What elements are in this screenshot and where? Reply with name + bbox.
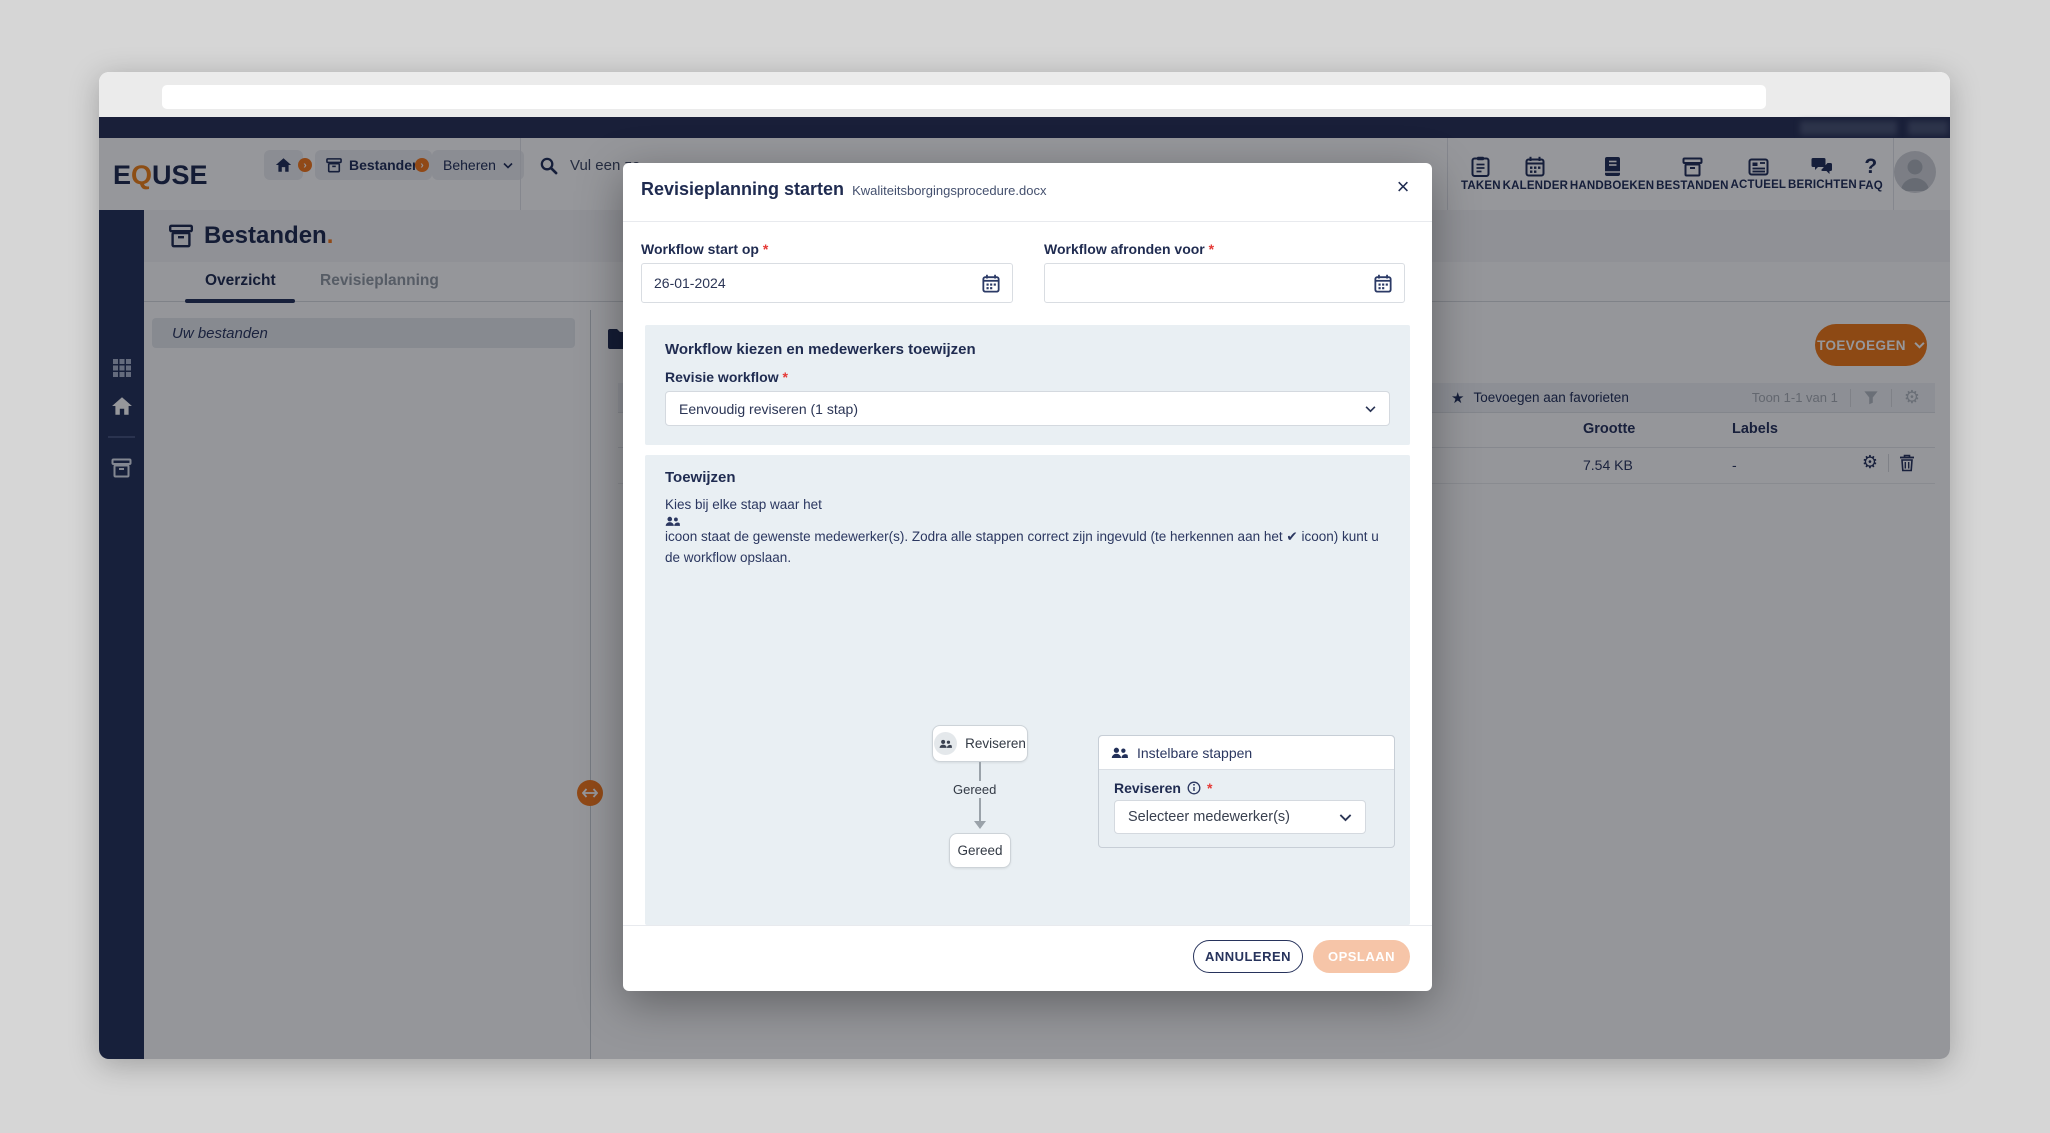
flow-node-gereed[interactable]: Gereed	[949, 833, 1011, 868]
assignment-help-text: Kies bij elke stap waar het icoon staat …	[665, 495, 1391, 569]
start-date-label: Workflow start op *	[641, 241, 768, 257]
chevron-down-icon	[1365, 405, 1376, 413]
instelbare-stappen-panel: Instelbare stappen Reviseren * Selecteer…	[1098, 735, 1395, 848]
help-text: Kies bij elke stap waar het	[665, 497, 822, 512]
medewerker-select[interactable]: Selecteer medewerker(s)	[1114, 800, 1366, 834]
start-date-input[interactable]: 26-01-2024	[641, 263, 1013, 303]
required-asterisk: *	[763, 241, 768, 257]
browser-window: EQUSE › Bestanden › Beheren Vul een zo	[99, 72, 1950, 1059]
label-text: Workflow afronden voor	[1044, 241, 1205, 257]
info-icon[interactable]	[1187, 781, 1201, 795]
required-asterisk: *	[1209, 241, 1214, 257]
modal-subtitle-filename: Kwaliteitsborgingsprocedure.docx	[852, 183, 1046, 198]
check-icon: ✔	[1286, 529, 1297, 545]
modal-header: Revisieplanning starten Kwaliteitsborgin…	[641, 179, 1396, 200]
help-text: icoon staat de gewenste medewerker(s). Z…	[665, 529, 1283, 544]
step-reviseren-label: Reviseren *	[1114, 780, 1212, 796]
node-label: Gereed	[957, 843, 1002, 858]
people-icon	[1111, 747, 1128, 759]
end-date-input[interactable]	[1044, 263, 1405, 303]
select-placeholder: Selecteer medewerker(s)	[1128, 809, 1290, 825]
workflow-section: Workflow kiezen en medewerkers toewijzen…	[645, 325, 1410, 445]
required-asterisk: *	[782, 369, 787, 385]
label-text: Reviseren	[1114, 780, 1181, 796]
annuleren-button[interactable]: ANNULEREN	[1193, 940, 1303, 973]
label-text: Revisie workflow	[665, 369, 779, 385]
section-title: Workflow kiezen en medewerkers toewijzen	[665, 341, 976, 358]
modal-title: Revisieplanning starten	[641, 179, 844, 200]
toewijzen-section: Toewijzen Kies bij elke stap waar het ic…	[645, 455, 1410, 925]
calendar-icon[interactable]	[982, 274, 1000, 293]
panel-header: Instelbare stappen	[1099, 736, 1394, 770]
required-asterisk: *	[1207, 780, 1212, 796]
flow-edge-label: Gereed	[948, 781, 1001, 798]
browser-chrome	[99, 72, 1950, 117]
end-date-label: Workflow afronden voor *	[1044, 241, 1214, 257]
label-text: Workflow start op	[641, 241, 759, 257]
section-title: Toewijzen	[665, 469, 736, 486]
revisie-workflow-select[interactable]: Eenvoudig reviseren (1 stap)	[665, 391, 1390, 426]
opslaan-button: OPSLAAN	[1313, 940, 1410, 973]
flow-edge-arrowhead	[974, 821, 986, 829]
url-bar[interactable]	[162, 85, 1766, 109]
revisieplanning-modal: Revisieplanning starten Kwaliteitsborgin…	[623, 163, 1432, 991]
footer-divider	[623, 925, 1432, 926]
selected-workflow: Eenvoudig reviseren (1 stap)	[679, 401, 858, 417]
node-label: Reviseren	[965, 736, 1026, 751]
flow-node-reviseren[interactable]: Reviseren	[932, 725, 1028, 762]
start-date-value: 26-01-2024	[654, 275, 726, 291]
close-icon[interactable]: ×	[1389, 173, 1417, 201]
modal-divider	[623, 221, 1432, 222]
people-icon	[665, 516, 680, 527]
calendar-icon[interactable]	[1374, 274, 1392, 293]
chevron-down-icon	[1339, 813, 1352, 822]
people-icon	[934, 732, 957, 755]
panel-title: Instelbare stappen	[1137, 745, 1252, 761]
revisie-workflow-label: Revisie workflow *	[665, 369, 788, 385]
